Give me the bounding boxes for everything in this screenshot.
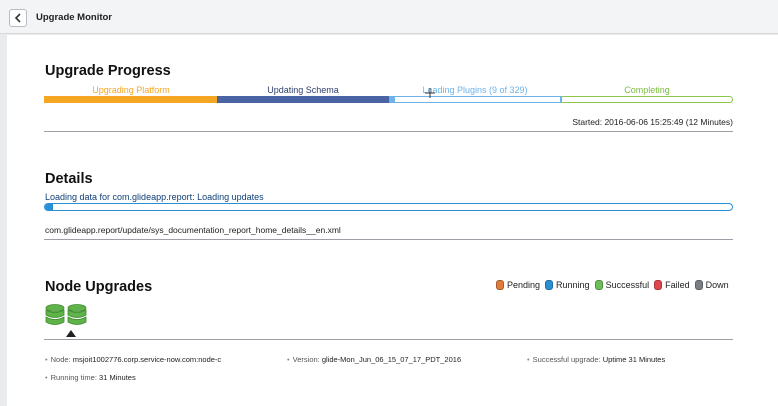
node-key: Node: (50, 355, 71, 364)
phase-bar-upgrading-platform (44, 96, 217, 103)
legend-item-failed: Failed (654, 280, 690, 290)
failed-status-icon (654, 280, 663, 290)
chevron-left-icon (14, 13, 21, 23)
upgrade-progress-title: Upgrade Progress (45, 63, 171, 79)
phase-bar-updating-schema (217, 96, 389, 103)
running-status-icon (545, 280, 554, 290)
legend-label-down: Down (705, 280, 729, 290)
successful-upgrade-key: Successful upgrade: (532, 355, 601, 364)
started-text: Started: 2016-06-06 15:25:49 (12 Minutes… (572, 117, 733, 127)
successful-upgrade-value: Uptime 31 Minutes (602, 355, 666, 364)
legend-label-running: Running (556, 280, 590, 290)
successful-status-icon (594, 280, 603, 290)
phase-label-loading-plugins: Loading Plugins (9 of 329) (422, 85, 528, 95)
crosshair-cursor-icon (425, 88, 435, 98)
legend-item-down: Down (694, 280, 729, 290)
legend-label-pending: Pending (507, 280, 541, 290)
down-status-icon (694, 280, 703, 290)
window-title: Upgrade Monitor (36, 12, 112, 23)
details-title: Details (45, 171, 93, 187)
legend-label-successful: Successful (605, 280, 650, 290)
running-time-value: 31 Minutes (99, 373, 136, 382)
version-value: glide-Mon_Jun_06_15_07_17_PDT_2016 (321, 355, 462, 364)
phase-label-updating-schema: Updating Schema (267, 85, 339, 95)
running-time-info: • Running time: 31 Minutes (45, 373, 136, 382)
node-value: msjoit1002776.corp.service-now.com:node-… (72, 355, 222, 364)
node-upgrades-title: Node Upgrades (45, 279, 153, 295)
details-status-text: Loading data for com.glideapp.report: Lo… (45, 192, 264, 202)
phase-label-completing: Completing (624, 85, 670, 95)
phase-bar-completing (561, 96, 733, 103)
version-info: • Version: glide-Mon_Jun_06_15_07_17_PDT_… (287, 355, 462, 364)
phase-bar-loading-plugins (389, 96, 561, 103)
successful-upgrade-info: • Successful upgrade: Uptime 31 Minutes (527, 355, 666, 364)
database-stack-icon[interactable] (44, 304, 90, 338)
node-info: • Node: msjoit1002776.corp.service-now.co… (45, 355, 222, 364)
back-button[interactable] (9, 9, 27, 27)
pending-status-icon (496, 280, 504, 290)
legend-item-pending: Pending (496, 280, 540, 290)
divider (44, 131, 733, 132)
divider (44, 239, 733, 240)
legend-label-failed: Failed (665, 280, 690, 290)
details-file-path: com.glideapp.report/update/sys_documenta… (45, 225, 341, 235)
details-progress-fill (45, 204, 54, 210)
running-time-key: Running time: (50, 373, 97, 382)
details-progress-bar (44, 203, 733, 211)
legend-item-successful: Successful (594, 280, 650, 290)
status-legend: Pending Running Successful Failed Down (496, 280, 734, 290)
legend-item-running: Running (545, 280, 590, 290)
phase-bar-loading-plugins-fill (390, 97, 395, 102)
top-bar: Upgrade Monitor (0, 0, 778, 34)
phase-label-upgrading-platform: Upgrading Platform (92, 85, 170, 95)
divider (44, 339, 733, 340)
version-key: Version: (292, 355, 320, 364)
